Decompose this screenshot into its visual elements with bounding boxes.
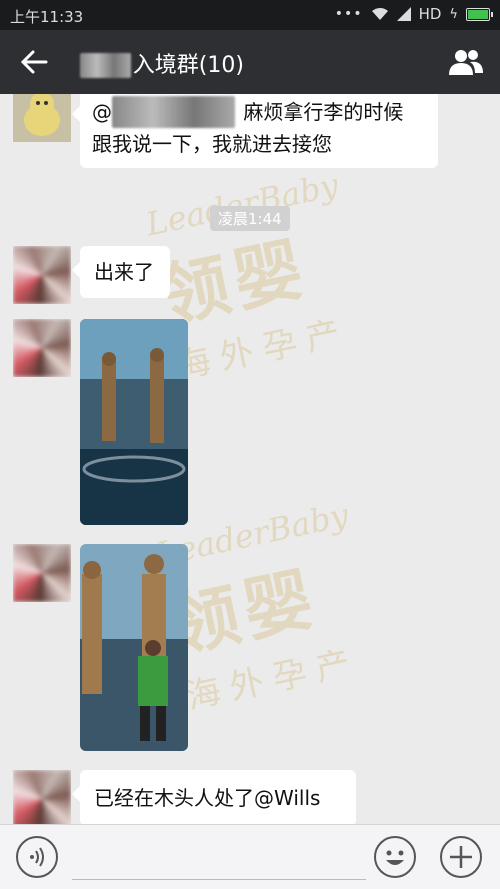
avatar[interactable] — [13, 544, 71, 602]
message-bubble[interactable]: 已经在木头人处了@Wills — [72, 770, 356, 824]
chat-area[interactable]: LeaderBaby 领婴 海外孕产 LeaderBaby 领婴 海外孕产 @█… — [0, 94, 500, 824]
avatar[interactable] — [13, 770, 71, 824]
message-bubble[interactable]: 出来了 — [72, 246, 170, 298]
nav-bar: ███入境群(10) — [0, 30, 500, 94]
mention-prefix: @ — [92, 100, 112, 124]
image-message[interactable] — [80, 319, 188, 525]
avatar[interactable] — [13, 246, 71, 304]
plus-icon — [450, 846, 472, 868]
message-text: 出来了 — [94, 260, 154, 284]
blurred-name: ███ — [80, 53, 131, 78]
avatar[interactable] — [13, 319, 71, 377]
message-text: 麻烦拿行李的时候 — [243, 100, 404, 124]
voice-icon — [30, 847, 44, 867]
message-text: 已经在木头人处了@Wills — [94, 786, 321, 810]
wifi-icon — [371, 8, 388, 20]
cell-signal-icon — [396, 7, 411, 21]
emoji-button[interactable] — [374, 836, 416, 878]
charging-icon: ϟ — [449, 6, 458, 22]
image-message[interactable] — [80, 544, 188, 751]
avatar[interactable] — [13, 94, 71, 142]
message-input[interactable] — [72, 835, 366, 880]
group-members-icon[interactable] — [448, 47, 484, 77]
status-bar: 上午11:33 ••• HD ϟ — [0, 0, 500, 30]
chat-title-text: 入境群(10) — [132, 53, 244, 78]
emoji-icon — [386, 850, 404, 865]
watermark-slogan: 海外孕产 — [172, 311, 354, 388]
watermark-cn: 领婴 — [164, 559, 326, 668]
time-stamp: 凌晨1:44 — [210, 206, 290, 231]
network-type: HD — [418, 5, 442, 23]
message-text: 跟我说一下，我就进去接您 — [92, 132, 332, 156]
back-arrow-icon[interactable] — [18, 46, 50, 78]
watermark-brand: LeaderBaby — [142, 165, 342, 244]
more-actions-button[interactable] — [440, 836, 482, 878]
watermark-slogan: 海外孕产 — [182, 641, 364, 718]
battery-icon — [466, 7, 493, 21]
input-bar — [0, 824, 500, 889]
message-bubble[interactable]: @████████ 麻烦拿行李的时候 跟我说一下，我就进去接您 — [72, 94, 438, 168]
blurred-mention: ████████ — [112, 96, 236, 128]
status-time: 上午11:33 — [10, 8, 84, 26]
status-icons: ••• HD ϟ — [334, 5, 493, 23]
signal-dots-icon: ••• — [334, 6, 363, 22]
voice-toggle-button[interactable] — [16, 836, 58, 878]
chat-title: ███入境群(10) — [80, 47, 244, 79]
